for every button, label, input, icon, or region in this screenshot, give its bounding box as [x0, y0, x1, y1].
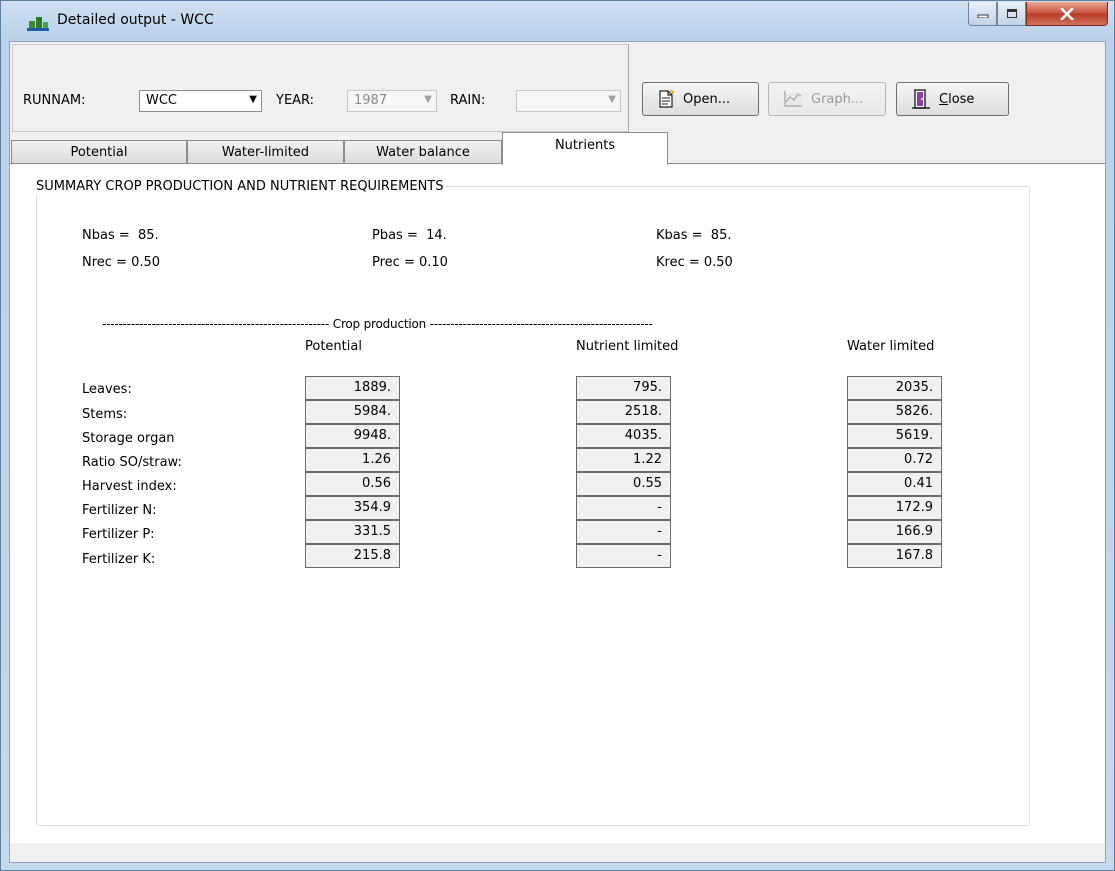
minimize-icon: [977, 14, 988, 18]
document-icon: [659, 89, 675, 108]
value-cell: 331.5: [305, 520, 400, 544]
open-button-label: Open...: [683, 91, 731, 107]
chevron-down-icon: ▼: [608, 94, 616, 105]
prec-value: Prec = 0.10: [372, 255, 448, 270]
tab-label: Nutrients: [554, 138, 616, 153]
window-title: Detailed output - WCC: [57, 12, 214, 28]
value-cell: 215.8: [305, 544, 400, 568]
graph-icon: [784, 91, 802, 107]
close-button[interactable]: Close: [896, 82, 1009, 116]
summary-caption: SUMMARY CROP PRODUCTION AND NUTRIENT REQ…: [34, 179, 446, 194]
close-button-label: Close: [939, 91, 975, 107]
year-select[interactable]: 1987 ▼: [347, 90, 437, 112]
row-label: Storage organ: [82, 431, 175, 446]
value-cell: 9948.: [305, 424, 400, 448]
tab-strip: Potential Water-limited Water balance Nu…: [10, 130, 1107, 165]
runnam-label: RUNNAM:: [23, 93, 86, 108]
value-cell: 166.9: [847, 520, 942, 544]
runnam-value: WCC: [146, 93, 178, 108]
chevron-down-icon: ▼: [424, 94, 432, 105]
close-window-button[interactable]: [1026, 2, 1108, 26]
value-cell: 0.55: [576, 472, 671, 496]
value-cell: 1.22: [576, 448, 671, 472]
client-area: RUNNAM: WCC ▼ YEAR: 1987 ▼ RAIN: ▼ Open.…: [9, 41, 1106, 863]
value-cell: 354.9: [305, 496, 400, 520]
pbas-value: Pbas = 14.: [372, 228, 447, 243]
year-label: YEAR:: [276, 93, 315, 108]
row-label: Harvest index:: [82, 479, 177, 494]
close-icon: [1060, 7, 1074, 20]
tab-water-balance[interactable]: Water balance: [344, 140, 502, 164]
column-header-potential: Potential: [305, 339, 362, 354]
title-bar[interactable]: Detailed output - WCC: [1, 1, 1114, 41]
app-window: Detailed output - WCC RUNNAM: WCC ▼ YEAR…: [0, 0, 1115, 871]
runnam-select[interactable]: WCC ▼: [139, 90, 262, 112]
nbas-value: Nbas = 85.: [82, 228, 159, 243]
row-label: Stems:: [82, 407, 128, 422]
value-cell: 5619.: [847, 424, 942, 448]
value-cell: 2518.: [576, 400, 671, 424]
value-cell: 795.: [576, 376, 671, 400]
open-button[interactable]: Open...: [642, 82, 759, 116]
value-cell: 5984.: [305, 400, 400, 424]
tab-potential[interactable]: Potential: [11, 140, 187, 164]
nrec-value: Nrec = 0.50: [82, 255, 161, 270]
graph-button-label: Graph...: [811, 91, 864, 107]
value-cell: 0.72: [847, 448, 942, 472]
value-cell: 0.41: [847, 472, 942, 496]
graph-button[interactable]: Graph...: [768, 82, 886, 116]
minimize-button[interactable]: [968, 2, 997, 26]
rain-label: RAIN:: [450, 93, 486, 108]
tab-label: Water balance: [376, 145, 470, 160]
row-label: Leaves:: [82, 382, 132, 397]
nutrients-panel: SUMMARY CROP PRODUCTION AND NUTRIENT REQ…: [10, 163, 1105, 843]
tab-label: Potential: [70, 145, 128, 160]
value-cell: -: [576, 520, 671, 544]
value-cell: 1.26: [305, 448, 400, 472]
column-header-nutrient-limited: Nutrient limited: [576, 339, 679, 354]
value-cell: 5826.: [847, 400, 942, 424]
row-label: Fertilizer P:: [82, 527, 155, 542]
tab-nutrients[interactable]: Nutrients: [502, 132, 668, 165]
app-icon: [27, 17, 49, 31]
value-cell: -: [576, 496, 671, 520]
value-cell: 167.8: [847, 544, 942, 568]
row-label: Fertilizer K:: [82, 552, 156, 567]
tab-water-limited[interactable]: Water-limited: [187, 140, 344, 164]
value-cell: -: [576, 544, 671, 568]
tab-label: Water-limited: [221, 145, 310, 160]
maximize-icon: [1006, 9, 1017, 18]
row-label: Fertilizer N:: [82, 503, 157, 518]
rain-select[interactable]: ▼: [516, 90, 621, 112]
row-label: Ratio SO/straw:: [82, 455, 182, 470]
value-cell: 1889.: [305, 376, 400, 400]
year-value: 1987: [354, 93, 388, 108]
chevron-down-icon: ▼: [249, 94, 257, 105]
crop-production-separator: ----------------------------------------…: [102, 317, 653, 331]
door-icon: [912, 89, 930, 109]
value-cell: 4035.: [576, 424, 671, 448]
value-cell: 172.9: [847, 496, 942, 520]
maximize-button[interactable]: [997, 2, 1026, 26]
value-cell: 0.56: [305, 472, 400, 496]
kbas-value: Kbas = 85.: [656, 228, 732, 243]
value-cell: 2035.: [847, 376, 942, 400]
krec-value: Krec = 0.50: [656, 255, 733, 270]
column-header-water-limited: Water limited: [847, 339, 935, 354]
toolbar: RUNNAM: WCC ▼ YEAR: 1987 ▼ RAIN: ▼: [12, 44, 629, 132]
